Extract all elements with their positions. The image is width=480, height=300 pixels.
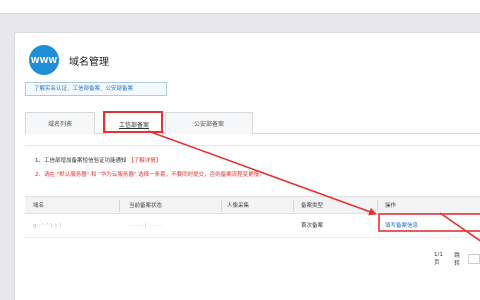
learn-more-link[interactable]: 【了解详情】 — [128, 158, 161, 164]
tab-miit-filing-label: 工信部备案 — [118, 121, 149, 129]
www-globe-icon: WWW — [29, 45, 59, 75]
cell-filing-type: 首次备案 — [301, 223, 324, 229]
column-divider — [377, 200, 378, 212]
table-header: 域名 当前备案状态 人像采集 备案类型 操作 — [25, 196, 480, 214]
pagination: 1/1页 跳转 — [434, 251, 480, 267]
page-info: 1/1页 — [434, 252, 443, 266]
header-status: 当前备案状态 — [129, 203, 163, 209]
column-divider — [221, 200, 222, 212]
tab-domain-list[interactable]: 域名列表 — [25, 112, 95, 134]
page-title: 域名管理 — [69, 56, 109, 68]
tab-police-filing[interactable]: 公安部备案 — [165, 112, 253, 134]
page-jump-input[interactable] — [467, 254, 480, 264]
column-divider — [119, 200, 120, 212]
tab-miit-filing[interactable]: 工信部备案 — [105, 112, 163, 135]
cell-domain: g··'·"'l.t·l — [33, 223, 62, 229]
column-divider — [293, 200, 294, 212]
cell-status: ·······|······· — [129, 223, 163, 229]
top-strip — [0, 0, 480, 14]
header-face-capture: 人像采集 — [227, 203, 250, 209]
tab-bar: 域名列表 工信部备案 公安部备案 — [25, 112, 480, 135]
info-notice-link[interactable]: 了解实名认证、工信部备案、公安部备案 — [25, 82, 167, 96]
header-filing-type: 备案类型 — [301, 203, 324, 209]
message-line-2: 2、请在 "默认服务器" 和 "华为云服务器" 选择一条套，不要同时提交，否则备… — [35, 172, 265, 178]
header-action: 操作 — [385, 203, 397, 209]
tab-domain-list-label: 域名列表 — [47, 121, 72, 128]
page-header: WWW 域名管理 — [29, 45, 109, 75]
fill-filing-info-link[interactable]: 填写备案信息 — [385, 214, 418, 238]
table-row: g··'·"'l.t·l ·······|······· 首次备案 填写备案信息 — [25, 214, 480, 238]
jump-label: 跳转 — [454, 253, 460, 267]
message-line-1-text: 1、工信部增加备案短信验证功能通知 — [35, 158, 127, 164]
header-domain: 域名 — [33, 203, 45, 209]
tab-police-filing-label: 公安部备案 — [193, 121, 224, 128]
filing-table: 域名 当前备案状态 人像采集 备案类型 操作 g··'·"'l.t·l ····… — [25, 196, 480, 238]
domain-management-panel: WWW 域名管理 了解实名认证、工信部备案、公安部备案 域名列表 工信部备案 公… — [14, 32, 480, 300]
message-line-1: 1、工信部增加备案短信验证功能通知 【了解详情】 — [35, 154, 475, 168]
